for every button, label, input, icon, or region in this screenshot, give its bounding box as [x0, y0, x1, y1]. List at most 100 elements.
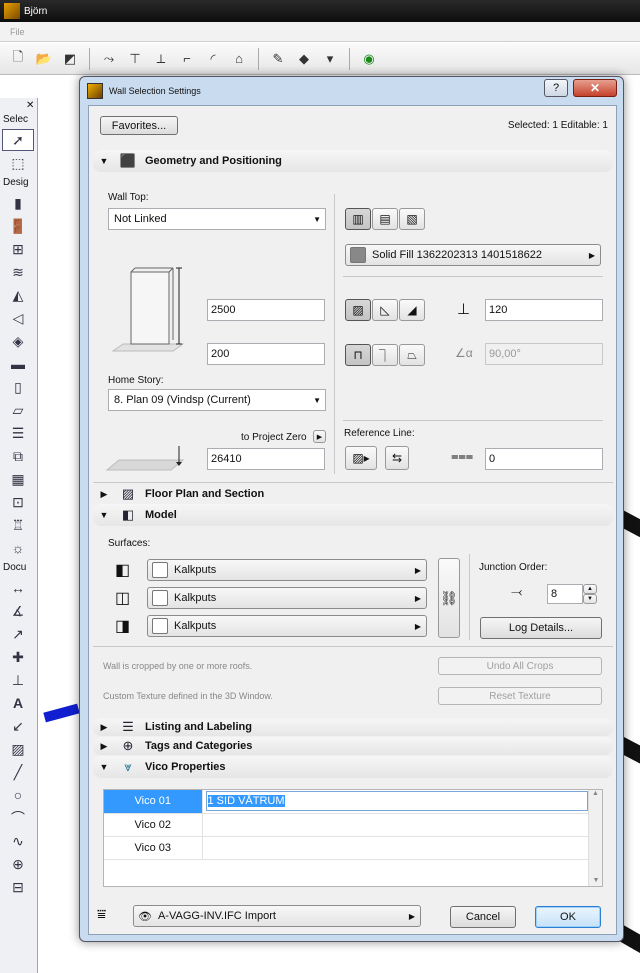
- vico-value-editor[interactable]: 1 SID VÅTRUM: [205, 791, 588, 812]
- close-icon[interactable]: ✕: [26, 100, 34, 111]
- fill-tool-icon[interactable]: ▨: [2, 738, 34, 760]
- line-tool-icon[interactable]: ╱: [2, 761, 34, 783]
- angle-input[interactable]: 90,00°: [485, 343, 603, 365]
- roof-icon[interactable]: ⌂: [229, 49, 249, 69]
- wall-trace-icon[interactable]: ⤳: [99, 49, 119, 69]
- spline-tool-icon[interactable]: ∿: [2, 830, 34, 852]
- chevron-down-icon[interactable]: ▾: [320, 49, 340, 69]
- morph-tool-icon[interactable]: ◈: [2, 330, 34, 352]
- cancel-button[interactable]: Cancel: [450, 906, 516, 928]
- wall-tool-icon[interactable]: ▮: [2, 192, 34, 214]
- geometry-polygonal-button[interactable]: ◢: [399, 299, 425, 321]
- junction-order-input[interactable]: 8: [547, 584, 583, 604]
- thickness-input[interactable]: 120: [485, 299, 603, 321]
- roof-tool-icon[interactable]: ◭: [2, 284, 34, 306]
- 3d-view-icon[interactable]: ◆: [294, 49, 314, 69]
- label-tool-icon[interactable]: ↙: [2, 715, 34, 737]
- vico-value-cell[interactable]: [202, 813, 588, 837]
- vico-scrollbar[interactable]: ▲ ▼: [588, 790, 602, 886]
- corner-icon[interactable]: ⌐: [177, 49, 197, 69]
- beam-tool-icon[interactable]: ▬: [2, 353, 34, 375]
- text-tool-icon[interactable]: A: [2, 692, 34, 714]
- window-tool-icon[interactable]: ⊞: [2, 238, 34, 260]
- arrow-tool-icon[interactable]: ➚: [2, 129, 34, 151]
- vico-value-cell[interactable]: 1 SID VÅTRUM: [202, 790, 588, 814]
- vico-value-cell[interactable]: [202, 836, 588, 860]
- column-icon[interactable]: ⊤: [125, 49, 145, 69]
- dialog-titlebar[interactable]: Wall Selection Settings ? ✕: [80, 77, 623, 105]
- collapse-triangle-icon[interactable]: ▶: [99, 489, 109, 500]
- wall-type-sloped-button[interactable]: ▤: [372, 208, 398, 230]
- stepper-down-button[interactable]: ▼: [583, 594, 597, 604]
- chain-link-button[interactable]: ⛓: [438, 558, 460, 638]
- scroll-down-icon[interactable]: ▼: [589, 877, 603, 884]
- figure-tool-icon[interactable]: ⊟: [2, 876, 34, 898]
- dimension-tool-icon[interactable]: ↔: [2, 577, 34, 599]
- marquee-tool-icon[interactable]: ⬚: [2, 152, 34, 174]
- geometry-straight-button[interactable]: ▨: [345, 299, 371, 321]
- zone-tool-icon[interactable]: ⧉: [2, 445, 34, 467]
- fill-popup[interactable]: Solid Fill 1362202313 1401518622 ▶: [345, 244, 601, 266]
- reset-texture-button[interactable]: Reset Texture: [438, 687, 602, 705]
- home-story-select[interactable]: 8. Plan 09 (Vindsp (Current) ▼: [108, 389, 326, 411]
- section-geometry[interactable]: ▼ ⬛ Geometry and Positioning: [93, 150, 613, 172]
- section-listing[interactable]: ▶ ☰ Listing and Labeling: [93, 718, 613, 736]
- hotspot-tool-icon[interactable]: ⊕: [2, 853, 34, 875]
- height-input[interactable]: 2500: [207, 299, 325, 321]
- table-row[interactable]: Vico 02: [104, 813, 588, 837]
- stair-tool-icon[interactable]: ≋: [2, 261, 34, 283]
- layers-tool-icon[interactable]: ☰: [2, 422, 34, 444]
- circle-tool-icon[interactable]: ○: [2, 784, 34, 806]
- offset-input[interactable]: 200: [207, 343, 325, 365]
- favorites-button[interactable]: Favorites...: [100, 116, 178, 135]
- expand-triangle-icon[interactable]: ▼: [99, 156, 109, 166]
- elevation-input[interactable]: 26410: [207, 448, 325, 470]
- angle-dimension-icon[interactable]: ∡: [2, 600, 34, 622]
- table-row[interactable]: Vico 01 1 SID VÅTRUM: [104, 790, 588, 814]
- column-tool-icon[interactable]: ▯: [2, 376, 34, 398]
- shell-tool-icon[interactable]: ◁: [2, 307, 34, 329]
- section-vico[interactable]: ▼ ⩔ Vico Properties: [93, 756, 613, 778]
- reference-line-flip-button[interactable]: ⇆: [385, 446, 409, 470]
- wall-type-straight-button[interactable]: ▥: [345, 208, 371, 230]
- collapse-triangle-icon[interactable]: ▶: [99, 722, 109, 733]
- target-icon[interactable]: ◉: [359, 49, 379, 69]
- wall-type-trapezoid-button[interactable]: ▧: [399, 208, 425, 230]
- expand-triangle-icon[interactable]: ▼: [99, 510, 109, 520]
- paint-icon[interactable]: ✎: [268, 49, 288, 69]
- table-row[interactable]: Vico 03: [104, 836, 588, 860]
- surface-popup-3[interactable]: Kalkputs ▶: [147, 615, 427, 637]
- lamp-tool-icon[interactable]: ☼: [2, 537, 34, 559]
- menu-file[interactable]: File: [10, 27, 25, 37]
- geometry-trapezoid-button[interactable]: ◺: [372, 299, 398, 321]
- wall-top-select[interactable]: Not Linked ▼: [108, 208, 326, 230]
- reference-line-popup[interactable]: ▨▸: [345, 446, 377, 470]
- surface-popup-2[interactable]: Kalkputs ▶: [147, 587, 427, 609]
- section-tags[interactable]: ▶ ⊕ Tags and Categories: [93, 737, 613, 755]
- arc-icon[interactable]: ◜: [203, 49, 223, 69]
- slant-straight-button[interactable]: ⊓: [345, 344, 371, 366]
- radial-dimension-icon[interactable]: ↗: [2, 623, 34, 645]
- open-folder-icon[interactable]: 📂: [34, 49, 54, 69]
- new-file-icon[interactable]: 🗋: [8, 49, 28, 69]
- object-tool-icon[interactable]: ⊡: [2, 491, 34, 513]
- door-tool-icon[interactable]: 🚪: [2, 215, 34, 237]
- reference-offset-input[interactable]: 0: [485, 448, 603, 470]
- chair-tool-icon[interactable]: ♖: [2, 514, 34, 536]
- collapse-triangle-icon[interactable]: ▶: [99, 741, 109, 752]
- beam-icon[interactable]: ⟂: [151, 49, 171, 69]
- eraser-icon[interactable]: ◩: [60, 49, 80, 69]
- close-button[interactable]: ✕: [573, 79, 617, 97]
- section-model[interactable]: ▼ ◧ Model: [93, 504, 613, 526]
- mesh-tool-icon[interactable]: ▦: [2, 468, 34, 490]
- section-floor-plan[interactable]: ▶ ▨ Floor Plan and Section: [93, 485, 613, 503]
- ok-button[interactable]: OK: [535, 906, 601, 928]
- polyline-tool-icon[interactable]: ⌒: [2, 807, 34, 829]
- slant-single-button[interactable]: ⏋: [372, 344, 398, 366]
- undo-all-crops-button[interactable]: Undo All Crops: [438, 657, 602, 675]
- elevation-dimension-icon[interactable]: ⊥: [2, 669, 34, 691]
- scroll-up-icon[interactable]: ▲: [589, 790, 602, 797]
- slab-tool-icon[interactable]: ▱: [2, 399, 34, 421]
- help-button[interactable]: ?: [544, 79, 568, 97]
- layer-popup[interactable]: 👁 A-VAGG-INV.IFC Import ▶: [133, 905, 421, 927]
